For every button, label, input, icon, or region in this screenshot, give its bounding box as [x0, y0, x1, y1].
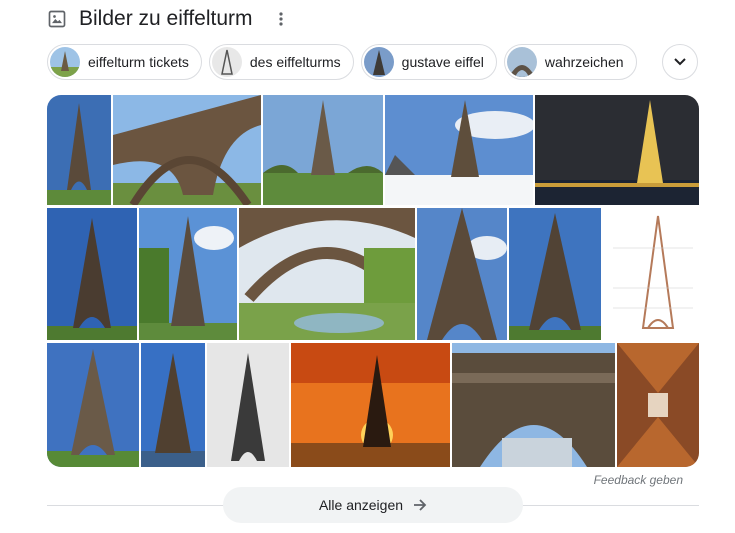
section-title: Bilder zu eiffelturm [79, 7, 253, 30]
show-all-button[interactable]: Alle anzeigen [223, 487, 523, 523]
image-result[interactable] [263, 95, 383, 205]
chip-thumbnail [50, 47, 80, 77]
image-result[interactable] [509, 208, 601, 340]
image-section-header: Bilder zu eiffelturm [47, 4, 291, 34]
image-result[interactable] [47, 208, 137, 340]
chip-eiffelturm-tickets[interactable]: eiffelturm tickets [47, 44, 202, 80]
more-vert-icon [278, 12, 283, 26]
chip-wahrzeichen[interactable]: wahrzeichen [503, 44, 637, 80]
more-options-button[interactable] [271, 9, 291, 29]
image-result[interactable] [141, 343, 205, 467]
chip-thumbnail [506, 47, 537, 77]
chip-label: wahrzeichen [544, 54, 624, 70]
image-result[interactable] [47, 343, 139, 467]
image-result[interactable] [291, 343, 450, 467]
chip-des-eiffelturms[interactable]: des eiffelturms [208, 44, 354, 80]
image-icon [48, 10, 66, 28]
image-grid [47, 95, 699, 467]
chip-thumbnail [363, 47, 394, 77]
image-result[interactable] [452, 343, 615, 467]
expand-chips-button[interactable] [662, 44, 698, 80]
image-result[interactable] [47, 95, 111, 205]
chip-label: gustave eiffel [401, 54, 484, 70]
image-result[interactable] [239, 208, 415, 340]
chip-label: des eiffelturms [249, 54, 341, 70]
chip-label: eiffelturm tickets [88, 54, 189, 70]
image-result[interactable] [385, 95, 533, 205]
feedback-link[interactable]: Feedback geben [594, 473, 683, 487]
show-all-label: Alle anzeigen [318, 497, 404, 513]
image-result[interactable] [207, 343, 289, 467]
image-result[interactable] [617, 343, 699, 467]
image-result[interactable] [535, 95, 699, 205]
related-searches-chips: eiffelturm tickets des eiffelturms gusta… [47, 44, 637, 80]
chevron-down-icon [674, 58, 686, 66]
image-result[interactable] [113, 95, 261, 205]
image-result[interactable] [417, 208, 507, 340]
image-result[interactable] [603, 208, 699, 340]
image-result[interactable] [139, 208, 237, 340]
chip-thumbnail [211, 47, 242, 77]
arrow-right-icon [413, 499, 427, 511]
chip-gustave-eiffel[interactable]: gustave eiffel [360, 44, 497, 80]
